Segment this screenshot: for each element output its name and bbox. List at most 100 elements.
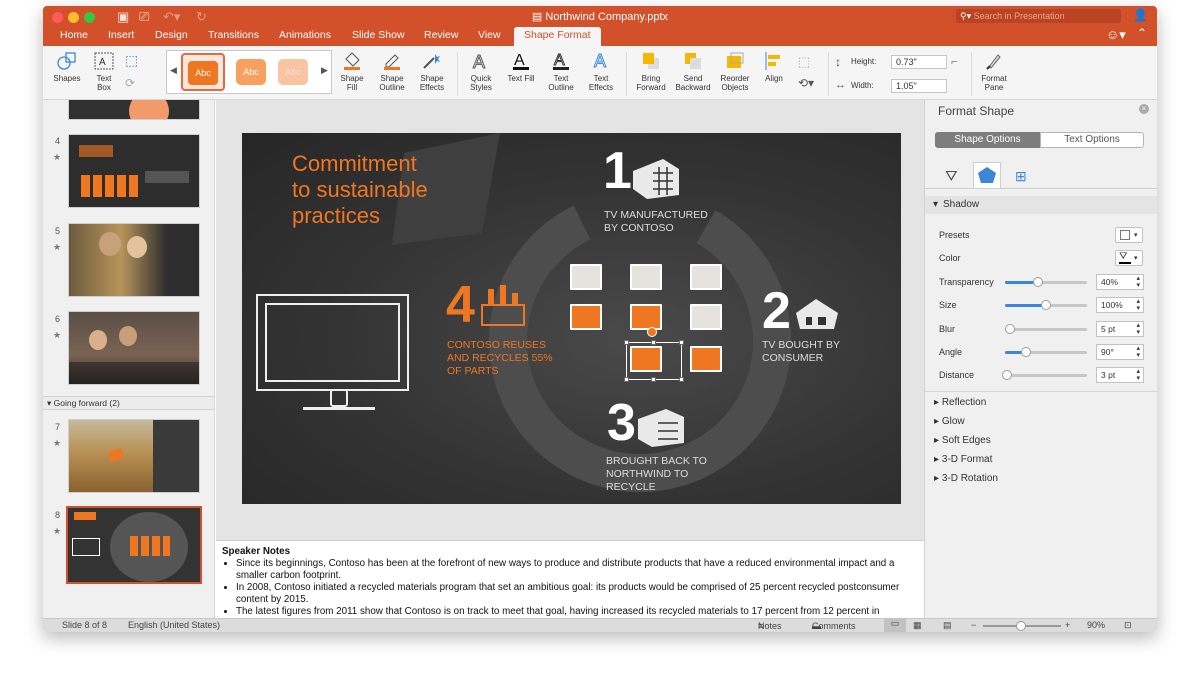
group-objects-icon[interactable]: ⬚ <box>798 54 810 70</box>
zoom-in-icon[interactable]: + <box>1065 620 1070 630</box>
align-button[interactable]: Align <box>757 50 791 83</box>
effects-tab-selected[interactable] <box>973 162 1001 188</box>
text-fill-button[interactable]: A Text Fill <box>503 50 539 83</box>
reading-view-icon[interactable]: ▤ <box>943 620 952 631</box>
reorder-objects-button[interactable]: Reorder Objects <box>715 50 755 92</box>
transparency-slider[interactable] <box>1005 277 1087 287</box>
shape-fill-button[interactable]: Shape Fill <box>332 50 372 92</box>
slide-thumbnail-8-selected[interactable] <box>66 506 202 584</box>
text-box-button[interactable]: A Text Box <box>89 50 119 92</box>
style-swatch-1[interactable]: Abc <box>181 53 225 91</box>
size-label: Size <box>939 300 957 310</box>
soft-edges-section[interactable]: ▸ Soft Edges <box>934 435 991 446</box>
ribbon-divider <box>626 52 627 96</box>
slide-count: Slide 8 of 8 <box>62 620 108 630</box>
slide-number: 7 <box>55 422 61 432</box>
distance-slider[interactable] <box>1002 370 1087 380</box>
rotation-handle[interactable] <box>647 327 657 337</box>
zoom-level[interactable]: 90% <box>1087 620 1105 630</box>
slide-thumbnail-6[interactable] <box>68 311 200 385</box>
blur-slider[interactable] <box>1004 324 1087 334</box>
transparency-input[interactable]: 40% ▴ ▾ <box>1096 274 1144 290</box>
blur-input[interactable]: 5 pt ▴ ▾ <box>1096 321 1144 337</box>
slide-thumbnail-3[interactable] <box>68 100 200 120</box>
angle-label: Angle <box>939 347 963 357</box>
rotate-icon[interactable]: ⟲▾ <box>798 76 814 90</box>
normal-view-icon[interactable]: ▭ <box>884 618 906 632</box>
tab-review[interactable]: Review <box>424 29 458 41</box>
slide-thumbnail-7[interactable] <box>68 419 200 493</box>
tab-shape-format[interactable]: Shape Format <box>514 27 601 46</box>
stepper-icon[interactable]: ▴ ▾ <box>1136 275 1140 289</box>
close-pane-icon[interactable]: × <box>1139 104 1149 114</box>
tab-animations[interactable]: Animations <box>279 29 331 41</box>
monitor-icon <box>630 304 662 330</box>
size-slider[interactable] <box>1005 300 1087 310</box>
speaker-notes[interactable]: Speaker Notes Since its beginnings, Cont… <box>216 540 924 618</box>
tab-transitions[interactable]: Transitions <box>208 29 259 41</box>
step-1-number: 1 <box>603 142 632 200</box>
stepper-icon[interactable]: ▴ ▾ <box>1136 368 1140 382</box>
share-icon[interactable]: 👤 <box>1133 8 1148 22</box>
tab-text-options[interactable]: Text Options <box>1040 132 1144 148</box>
send-backward-button[interactable]: Send Backward <box>671 50 715 92</box>
gallery-next-icon[interactable]: ▶ <box>321 65 328 76</box>
size-properties-icon[interactable]: ⊞ <box>1015 168 1027 185</box>
distance-input[interactable]: 3 pt ▴ ▾ <box>1096 367 1144 383</box>
zoom-out-icon[interactable]: − <box>971 620 976 630</box>
collapse-ribbon-icon[interactable]: ⌃ <box>1137 26 1147 40</box>
3d-format-section[interactable]: ▸ 3-D Format <box>934 454 992 465</box>
style-swatch-2[interactable]: Abc <box>236 59 266 85</box>
search-input[interactable]: ⚲▾ Search in Presentation <box>956 9 1121 23</box>
shape-effects-button[interactable]: Shape Effects <box>412 50 452 92</box>
stepper-icon[interactable]: ▴ ▾ <box>1136 298 1140 312</box>
bring-forward-icon <box>643 53 659 69</box>
stepper-icon[interactable]: ▴ ▾ <box>1136 322 1140 336</box>
tab-view[interactable]: View <box>478 29 501 41</box>
angle-input[interactable]: 90° ▴ ▾ <box>1096 344 1144 360</box>
tab-home[interactable]: Home <box>60 29 88 41</box>
glow-section[interactable]: ▸ Glow <box>934 416 965 427</box>
send-backward-icon <box>685 53 701 69</box>
reflection-section[interactable]: ▸ Reflection <box>934 397 986 408</box>
zoom-slider[interactable] <box>983 621 1061 631</box>
current-slide[interactable]: Commitment to sustainable practices 1 TV… <box>242 133 901 504</box>
slide-sorter-icon[interactable]: ▦ <box>913 620 922 631</box>
language-indicator[interactable]: English (United States) <box>128 620 220 630</box>
slide-thumbnail-4[interactable] <box>68 134 200 208</box>
format-pane-button[interactable]: Format Pane <box>975 50 1013 92</box>
width-input[interactable]: 1.05" <box>891 79 947 93</box>
text-effects-button[interactable]: A Text Effects <box>581 50 621 93</box>
tv-outline-graphic <box>256 294 409 391</box>
shapes-button[interactable]: Shapes <box>49 50 85 83</box>
gallery-prev-icon[interactable]: ◀ <box>170 65 177 76</box>
angle-slider[interactable] <box>1005 347 1087 357</box>
style-swatch-3[interactable]: Abc <box>278 59 308 85</box>
tab-insert[interactable]: Insert <box>108 29 134 41</box>
feedback-smiley-icon[interactable]: ☺▾ <box>1106 27 1126 43</box>
edit-shape-icon[interactable]: ⬚ <box>125 52 138 69</box>
section-header-going-forward[interactable]: ▾ Going forward (2) <box>43 396 214 410</box>
step-3-caption: BROUGHT BACK TO NORTHWIND TO RECYCLE <box>606 455 707 493</box>
height-input[interactable]: 0.73" <box>891 55 947 69</box>
bring-forward-button[interactable]: Bring Forward <box>631 50 671 92</box>
slide-thumbnail-5[interactable] <box>68 223 200 297</box>
shadow-color-picker[interactable]: ⛛ ▾ <box>1115 250 1143 266</box>
fit-to-window-icon[interactable]: ⊡ <box>1124 620 1132 631</box>
stepper-icon[interactable]: ▴ ▾ <box>1136 345 1140 359</box>
tab-shape-options[interactable]: Shape Options <box>935 132 1040 148</box>
shape-outline-button[interactable]: Shape Outline <box>372 50 412 92</box>
quick-styles-button[interactable]: A Quick Styles <box>463 50 499 93</box>
lock-aspect-ratio-icon[interactable]: ⌐ <box>951 56 957 68</box>
size-input[interactable]: 100% ▴ ▾ <box>1096 297 1144 313</box>
tab-design[interactable]: Design <box>155 29 188 41</box>
fill-line-icon[interactable]: ⛛ <box>945 168 958 185</box>
shadow-section-header[interactable]: ▾ Shadow <box>925 196 1157 214</box>
3d-rotation-section[interactable]: ▸ 3-D Rotation <box>934 473 998 484</box>
tab-slide-show[interactable]: Slide Show <box>352 29 405 41</box>
merge-shapes-icon[interactable]: ⟳ <box>125 76 135 90</box>
step-3-number: 3 <box>607 394 636 452</box>
presets-dropdown[interactable]: ▾ <box>1115 227 1143 243</box>
text-outline-button[interactable]: A Text Outline <box>541 50 581 93</box>
chevron-down-icon: ▾ <box>1134 232 1138 239</box>
